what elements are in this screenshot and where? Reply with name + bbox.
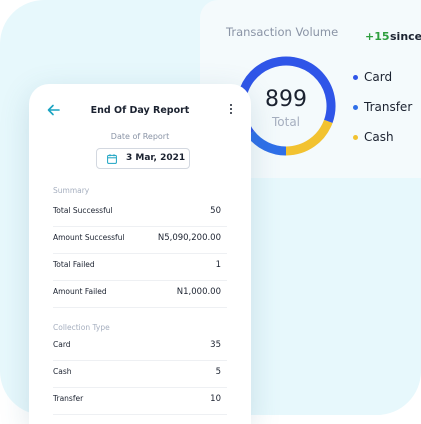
- volume-since: since: [390, 30, 421, 43]
- row-label: Cash: [53, 367, 72, 376]
- row-label: Card: [53, 340, 71, 349]
- page-title: End Of Day Report: [90, 105, 190, 116]
- summary-label: Summary: [53, 186, 90, 195]
- more-options-icon[interactable]: [228, 104, 234, 118]
- date-of-report-label: Date of Report: [110, 132, 170, 141]
- row-value: 10: [210, 394, 221, 404]
- collection-row: Transfer 10: [53, 388, 227, 415]
- summary-row: Total Failed 1: [53, 254, 227, 281]
- collection-type-label: Collection Type: [53, 323, 110, 332]
- row-value: 50: [210, 206, 221, 216]
- row-value: N5,090,200.00: [157, 233, 221, 243]
- summary-row: Amount Failed N1,000.00: [53, 281, 227, 308]
- collection-row: Card 35: [53, 334, 227, 361]
- legend-dot-transfer: [353, 105, 358, 110]
- legend-label-transfer: Transfer: [364, 100, 413, 114]
- donut-segment-transfer: [247, 130, 287, 156]
- row-value: 1: [215, 260, 221, 270]
- row-label: Total Failed: [53, 260, 95, 269]
- volume-title: Transaction Volume: [226, 25, 339, 39]
- volume-delta: +15: [365, 30, 390, 43]
- row-value: 5: [215, 367, 221, 377]
- legend-dot-card: [353, 75, 358, 80]
- collection-row: Cash 5: [53, 361, 227, 388]
- report-screen: End Of Day Report Date of Report 3 Mar, …: [29, 84, 251, 424]
- legend-dot-cash: [353, 135, 358, 140]
- legend-item-card: Card: [353, 70, 392, 84]
- row-label: Amount Successful: [53, 233, 125, 242]
- row-value: 35: [210, 340, 221, 350]
- date-picker[interactable]: 3 Mar, 2021: [96, 148, 190, 169]
- row-label: Transfer: [53, 394, 84, 403]
- legend-label-cash: Cash: [364, 130, 394, 144]
- row-label: Amount Failed: [53, 287, 107, 296]
- row-value: N1,000.00: [176, 287, 221, 297]
- calendar-icon: [107, 154, 117, 164]
- row-label: Total Successful: [53, 206, 113, 215]
- legend-item-cash: Cash: [353, 130, 394, 144]
- legend-item-transfer: Transfer: [353, 100, 412, 114]
- summary-row: Total Successful 50: [53, 200, 227, 227]
- legend-label-card: Card: [364, 70, 393, 84]
- date-value: 3 Mar, 2021: [126, 153, 186, 163]
- summary-row: Amount Successful N5,090,200.00: [53, 227, 227, 254]
